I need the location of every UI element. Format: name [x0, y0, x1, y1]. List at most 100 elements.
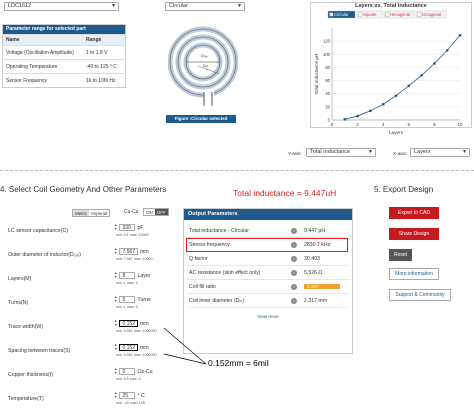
- on-button[interactable]: ON: [144, 209, 155, 215]
- stepper-arrows[interactable]: ▲ ▼: [114, 391, 117, 400]
- info-icon[interactable]: i: [289, 224, 299, 237]
- output-row: Q factor i 30.403: [187, 252, 349, 266]
- param-unit: Turns: [137, 296, 151, 303]
- stepper-arrows[interactable]: ▲ ▼: [114, 295, 117, 304]
- y-axis-title: Total Inductance µH: [314, 54, 319, 95]
- support-button[interactable]: Support & Community: [389, 289, 451, 301]
- arrow-down-icon[interactable]: ▼: [114, 371, 117, 376]
- output-label: AC resistance (skin effect only): [189, 270, 261, 276]
- arrow-down-icon[interactable]: ▼: [114, 227, 117, 232]
- data-point: [394, 94, 398, 97]
- stepper-arrows[interactable]: ▲ ▼: [114, 343, 117, 352]
- info-icon[interactable]: i: [289, 280, 299, 293]
- data-point: [356, 114, 359, 118]
- legend-checkbox: [417, 12, 422, 17]
- stepper-arrows[interactable]: ▲ ▼: [114, 319, 117, 328]
- param-stepper[interactable]: ▲ ▼ 8 Layer: [114, 271, 150, 280]
- more-info-button[interactable]: More information: [389, 268, 439, 280]
- table-row: Sensor Frequency 1k to 10M Hz: [3, 73, 125, 87]
- info-icon[interactable]: i: [289, 294, 299, 307]
- cell-name: Voltage (Oscillation Amplitude): [6, 50, 74, 56]
- param-unit: pF: [137, 224, 144, 231]
- param-stepper[interactable]: ▲ ▼ 0.152 mm: [114, 343, 149, 352]
- param-stepper[interactable]: ▲ ▼ 7.567 mm: [114, 247, 149, 256]
- param-value-input[interactable]: 8: [119, 272, 136, 279]
- imperial-button[interactable]: Imperial: [89, 210, 109, 216]
- param-stepper[interactable]: ▲ ▼ 330 pF: [114, 223, 144, 232]
- data-point: [382, 103, 385, 106]
- info-icon[interactable]: i: [289, 266, 299, 279]
- param-value-input[interactable]: 7.567: [119, 248, 138, 255]
- share-design-button[interactable]: Share Design: [389, 228, 439, 240]
- export-cad-button[interactable]: Export to CAD: [389, 207, 439, 219]
- export-title: 5. Export Design: [374, 185, 434, 194]
- col-name: Name: [6, 37, 20, 43]
- unit-toggle: Metric Imperial: [72, 209, 111, 217]
- arrow-down-icon[interactable]: ▼: [114, 347, 117, 352]
- param-unit: mm: [139, 344, 149, 351]
- arrow-down-icon[interactable]: ▼: [114, 395, 117, 400]
- stepper-arrows[interactable]: ▲ ▼: [114, 367, 117, 376]
- reset-button[interactable]: Reset: [389, 249, 412, 261]
- param-unit: mm: [139, 248, 149, 255]
- arrow-down-icon[interactable]: ▼: [114, 251, 117, 256]
- x-tick-label: 4: [382, 122, 385, 127]
- table-row: Voltage (Oscillation Amplitude) 1 to 1.8…: [3, 45, 125, 59]
- output-value: 5.526 Ω: [299, 266, 322, 279]
- param-value-input[interactable]: 5: [119, 296, 136, 303]
- param-value-input[interactable]: 25: [119, 392, 136, 399]
- x-axis-label: X-axis:: [393, 151, 408, 156]
- param-value-input[interactable]: 0.152: [119, 320, 138, 327]
- param-range: min: 7.067 max: 10000: [116, 257, 153, 261]
- part-select-value: LDC1612: [8, 3, 32, 9]
- data-point: [446, 49, 449, 52]
- chevron-down-icon: ▼: [111, 3, 116, 9]
- param-range: min: -40 max: 125: [116, 401, 145, 405]
- param-unit: mm: [139, 320, 149, 327]
- metric-button[interactable]: Metric: [73, 210, 90, 216]
- output-value-text: 30.403: [304, 256, 320, 262]
- param-label: Layers(M): [8, 276, 32, 282]
- arrow-down-icon[interactable]: ▼: [114, 299, 117, 304]
- data-point: [343, 118, 346, 121]
- y-tick-label: 80: [325, 65, 330, 70]
- arrow-down-icon[interactable]: ▼: [114, 275, 117, 280]
- data-point: [407, 84, 410, 88]
- chevron-down-icon: ▼: [462, 149, 467, 155]
- param-label: Temperature(T): [8, 396, 44, 402]
- param-range-table: Parameter range for selected part Name R…: [2, 24, 126, 88]
- param-stepper[interactable]: ▲ ▼ 0.152 mm: [114, 319, 149, 328]
- output-value-text: 5.526 Ω: [304, 270, 323, 276]
- output-value: 30.403: [299, 252, 320, 265]
- arrow-down-icon[interactable]: ▼: [114, 323, 117, 328]
- chevron-down-icon: ▼: [368, 149, 373, 155]
- view-more-link[interactable]: View more: [184, 314, 352, 319]
- param-range: min: 1 max: 5: [116, 305, 138, 309]
- stepper-arrows[interactable]: ▲ ▼: [114, 223, 117, 232]
- stepper-arrows[interactable]: ▲ ▼: [114, 247, 117, 256]
- cu-cu-label: Cu-Cu: [124, 209, 139, 215]
- param-range-title: Parameter range for selected part: [3, 25, 125, 34]
- param-label: LC sensor capacitance(C): [8, 228, 68, 234]
- output-value-text: 9.447 µH: [304, 228, 326, 234]
- info-icon[interactable]: i: [289, 252, 299, 265]
- cell-range: 1 to 1.8 V: [86, 50, 108, 56]
- param-value-input[interactable]: 0.152: [119, 344, 138, 351]
- x-axis-title: Layers: [389, 130, 403, 135]
- y-axis-select[interactable]: Total Inductance ▼: [306, 148, 376, 157]
- table-row: Operating Temperature -40 to 125 ° C: [3, 59, 125, 73]
- output-row: Total inductance - Circular i 9.447 µH: [187, 224, 349, 238]
- shape-select[interactable]: Circular ▼: [165, 2, 245, 11]
- output-label: Total inductance - Circular: [189, 228, 249, 234]
- off-button[interactable]: OFF: [154, 209, 168, 215]
- param-value-input[interactable]: 330: [119, 224, 136, 231]
- param-stepper[interactable]: ▲ ▼ 5 Turns: [114, 295, 151, 304]
- part-select[interactable]: LDC1612 ▼: [4, 2, 119, 11]
- y-tick-label: 100: [323, 52, 331, 57]
- param-stepper[interactable]: ▲ ▼ 25 ° C: [114, 391, 145, 400]
- x-axis-select[interactable]: Layers ▼: [410, 148, 470, 157]
- param-stepper[interactable]: ▲ ▼ 0 Oz-Cu: [114, 367, 152, 376]
- param-value-input[interactable]: 0: [119, 368, 136, 375]
- param-unit: ° C: [137, 392, 145, 399]
- stepper-arrows[interactable]: ▲ ▼: [114, 271, 117, 280]
